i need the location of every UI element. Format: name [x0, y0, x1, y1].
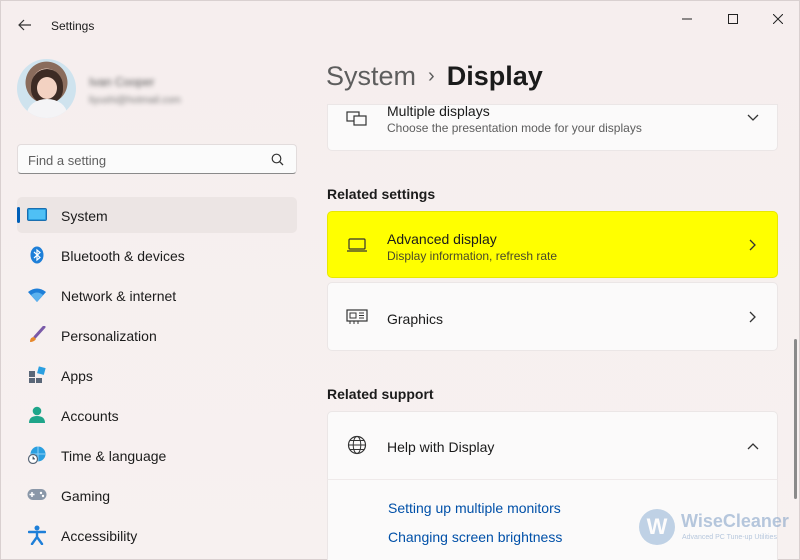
- watermark-name: WiseCleaner: [681, 511, 789, 531]
- back-arrow-icon: [18, 19, 31, 31]
- wifi-icon: [27, 286, 47, 304]
- app-title: Settings: [51, 19, 95, 33]
- sidebar-item-system[interactable]: System: [17, 197, 297, 233]
- wisecleaner-logo: W: [639, 509, 675, 545]
- profile-name: Ivan Cooper: [89, 75, 155, 89]
- sidebar-item-label: Personalization: [61, 328, 157, 344]
- sidebar-item-bluetooth[interactable]: Bluetooth & devices: [17, 237, 297, 273]
- search-icon[interactable]: [271, 153, 284, 171]
- chevron-right-icon: [747, 239, 759, 251]
- page-title: Display: [446, 61, 543, 91]
- sidebar-item-label: Network & internet: [61, 288, 177, 304]
- maximize-button[interactable]: [710, 9, 756, 29]
- globe-clock-icon: [27, 446, 47, 464]
- apps-icon: [27, 366, 47, 384]
- watermark-tagline: Advanced PC Tune-up Utilities: [682, 534, 777, 541]
- scrollbar-thumb[interactable]: [794, 339, 797, 499]
- breadcrumb-parent[interactable]: System: [326, 61, 416, 92]
- close-button[interactable]: [755, 9, 800, 29]
- sidebar-item-time-language[interactable]: Time & language: [17, 437, 297, 473]
- card-title: Help with Display: [387, 439, 495, 455]
- card-title: Multiple displays: [387, 103, 490, 119]
- title-bar: Settings: [1, 1, 800, 41]
- user-profile[interactable]: Ivan Cooper liyushi@hotmail.com: [17, 59, 297, 119]
- accessibility-icon: [27, 525, 47, 545]
- sidebar-item-accessibility[interactable]: Accessibility: [17, 517, 297, 553]
- search-input[interactable]: [28, 151, 268, 169]
- chevron-up-icon[interactable]: [747, 440, 759, 452]
- back-button[interactable]: [11, 13, 39, 37]
- avatar: [17, 59, 76, 118]
- help-with-display-card[interactable]: Help with Display: [327, 411, 778, 480]
- bluetooth-icon: [27, 246, 47, 264]
- breadcrumb-separator: ›: [428, 65, 435, 87]
- sidebar-item-label: Accessibility: [61, 528, 138, 544]
- close-icon: [773, 14, 783, 24]
- sidebar-item-label: Accounts: [61, 408, 119, 424]
- sidebar-item-apps[interactable]: Apps: [17, 357, 297, 393]
- laptop-icon: [346, 236, 368, 254]
- related-support-heading: Related support: [327, 386, 434, 402]
- sidebar-item-label: Time & language: [61, 448, 167, 464]
- graphics-card[interactable]: Graphics: [327, 282, 778, 351]
- minimize-button[interactable]: [664, 9, 710, 29]
- sidebar-item-gaming[interactable]: Gaming: [17, 477, 297, 513]
- graphics-card-icon: [346, 308, 368, 326]
- sidebar-item-label: Bluetooth & devices: [61, 248, 185, 264]
- chevron-down-icon[interactable]: [747, 112, 759, 124]
- card-title: Advanced display: [387, 231, 497, 247]
- sidebar-item-accounts[interactable]: Accounts: [17, 397, 297, 433]
- sidebar-item-label: Apps: [61, 368, 93, 384]
- card-title: Graphics: [387, 311, 444, 327]
- sidebar-item-personalization[interactable]: Personalization: [17, 317, 297, 353]
- search-box: [17, 144, 297, 174]
- multiple-displays-icon: [346, 110, 368, 128]
- sidebar-item-label: Gaming: [61, 488, 111, 504]
- settings-window: Settings Ivan Cooper liyushi@hotmail.com: [0, 0, 800, 560]
- card-subtitle: Display information, refresh rate: [387, 249, 558, 263]
- system-icon: [27, 206, 47, 224]
- wisecleaner-watermark: W WiseCleaner Advanced PC Tune-up Utilit…: [639, 509, 799, 549]
- maximize-icon: [728, 14, 738, 24]
- multiple-displays-card[interactable]: Multiple displays Choose the presentatio…: [327, 103, 778, 151]
- globe-icon: [346, 435, 368, 455]
- account-icon: [27, 406, 47, 424]
- sidebar-item-label: System: [61, 208, 108, 224]
- chevron-right-icon: [747, 311, 759, 323]
- advanced-display-card[interactable]: Advanced display Display information, re…: [327, 211, 778, 278]
- related-settings-heading: Related settings: [327, 186, 436, 202]
- sidebar-nav: System Bluetooth & devices Network & int…: [17, 197, 297, 557]
- sidebar-item-network[interactable]: Network & internet: [17, 277, 297, 313]
- profile-email: liyushi@hotmail.com: [89, 95, 181, 106]
- card-subtitle: Choose the presentation mode for your di…: [387, 121, 642, 135]
- brush-icon: [27, 326, 47, 344]
- breadcrumb: System › Display: [326, 61, 543, 97]
- help-link[interactable]: Changing screen brightness: [388, 529, 562, 545]
- gamepad-icon: [27, 486, 47, 504]
- minimize-icon: [682, 18, 692, 20]
- help-link[interactable]: Setting up multiple monitors: [388, 500, 561, 516]
